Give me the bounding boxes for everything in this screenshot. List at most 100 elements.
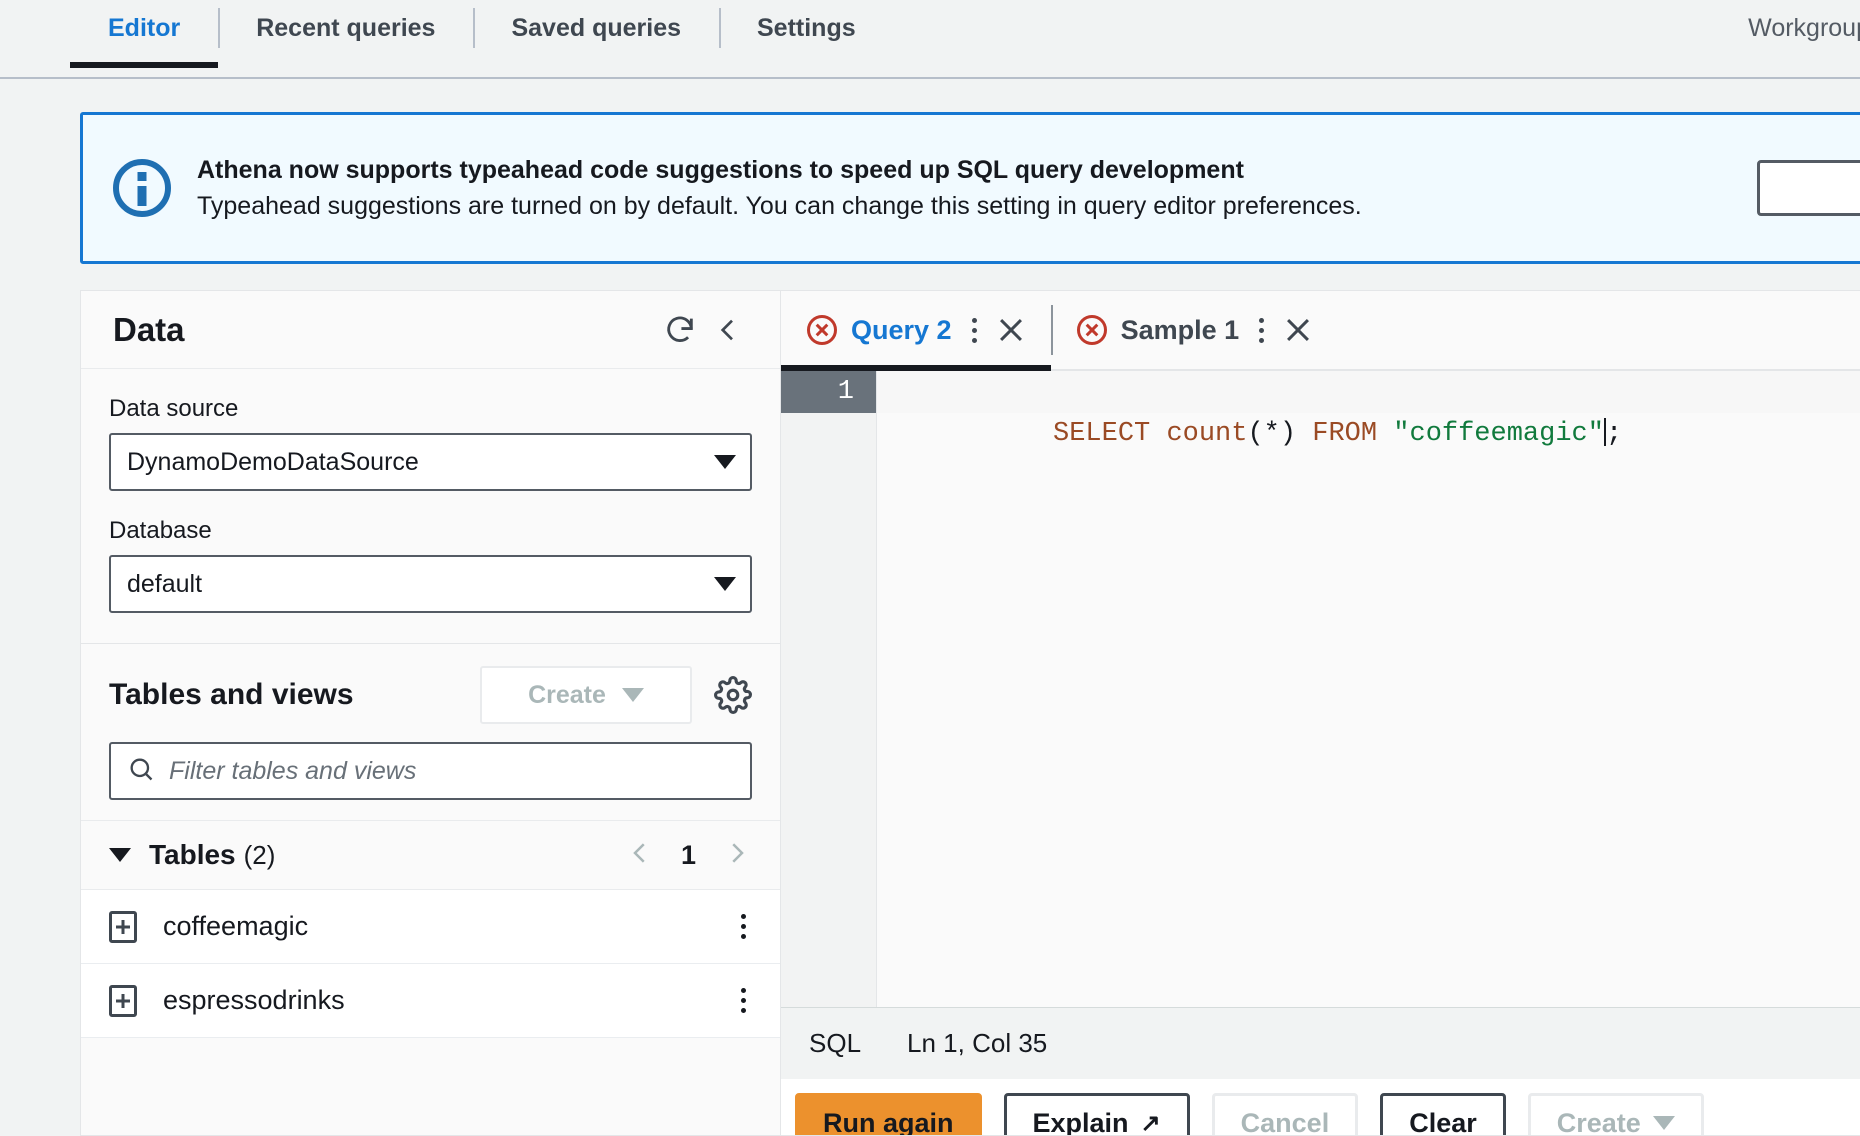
sql-semicolon: ; (1605, 419, 1623, 449)
search-icon (127, 755, 155, 788)
status-language: SQL (809, 1028, 862, 1058)
tables-group-title: Tables (149, 839, 236, 870)
table-row[interactable]: coffeemagic (81, 890, 780, 964)
tab-saved-queries[interactable]: Saved queries (473, 0, 719, 56)
tab-editor-label: Editor (108, 13, 181, 42)
info-banner: Athena now supports typeahead code sugge… (80, 112, 1860, 264)
sql-keyword-select: SELECT (1053, 419, 1151, 449)
line-number: 1 (781, 371, 876, 413)
database-label: Database (109, 517, 212, 544)
sql-function-count: count (1166, 419, 1248, 449)
kebab-menu-icon[interactable] (966, 312, 983, 349)
database-value: default (127, 569, 203, 598)
data-panel-header: Data (81, 291, 780, 369)
data-panel-selectors: Data source DynamoDemoDataSource Databas… (81, 369, 780, 613)
query-tab-sample-1[interactable]: Sample 1 (1050, 291, 1339, 369)
data-panel: Data Data source DynamoDemoDataSource Da… (80, 290, 780, 1136)
data-panel-title: Data (113, 310, 185, 348)
main-content: Data Data source DynamoDemoDataSource Da… (80, 290, 1860, 1136)
run-again-button[interactable]: Run again (795, 1093, 982, 1135)
create-table-label: Create (528, 680, 606, 709)
sql-star-args: (*) (1247, 419, 1297, 449)
tab-settings[interactable]: Settings (719, 0, 894, 56)
sql-table-literal: "coffeemagic" (1393, 419, 1604, 449)
info-banner-dismiss-button[interactable] (1757, 160, 1860, 216)
create-button[interactable]: Create (1527, 1093, 1704, 1136)
caret-down-icon[interactable] (109, 848, 131, 862)
refresh-icon[interactable] (656, 306, 704, 354)
chevron-down-icon (714, 577, 736, 591)
code-line-1[interactable]: SELECT count(*) FROM "coffeemagic"; (877, 371, 1860, 449)
query-tab-label: Sample 1 (1120, 314, 1240, 345)
database-select[interactable]: default (109, 555, 752, 613)
create-label: Create (1556, 1107, 1641, 1136)
tab-saved-queries-label: Saved queries (511, 13, 681, 42)
data-source-select[interactable]: DynamoDemoDataSource (109, 433, 752, 491)
kebab-menu-icon[interactable] (735, 982, 752, 1019)
code-content[interactable]: SELECT count(*) FROM "coffeemagic"; (877, 371, 1860, 1007)
sql-space (1150, 419, 1166, 449)
page-left-gutter (0, 79, 80, 1136)
info-banner-text: Athena now supports typeahead code sugge… (197, 152, 1737, 225)
query-tab-label: Query 2 (851, 314, 952, 345)
tables-group-count: (2) (243, 839, 276, 870)
tables-pagination: 1 (625, 838, 752, 873)
tables-group-header: Tables (2) 1 (81, 820, 780, 890)
editor-action-bar: Run again Explain ↗ Cancel Clear Create (781, 1079, 1860, 1135)
run-again-label: Run again (823, 1107, 954, 1136)
explain-button[interactable]: Explain ↗ (1003, 1093, 1190, 1136)
error-circle-icon (1076, 315, 1107, 345)
data-source-label: Data source (109, 395, 239, 422)
filter-tables-box[interactable] (109, 742, 752, 800)
status-cursor-position: Ln 1, Col 35 (907, 1028, 1048, 1058)
tab-editor[interactable]: Editor (70, 0, 219, 68)
chevron-right-icon[interactable] (722, 838, 752, 873)
query-tab-query-2[interactable]: Query 2 (781, 291, 1051, 371)
tables-and-views-title: Tables and views (109, 678, 354, 711)
query-tab-bar: Query 2 Sample 1 (781, 291, 1860, 371)
chevron-left-icon[interactable] (704, 306, 752, 354)
tab-recent-queries-label: Recent queries (256, 13, 436, 42)
expand-plus-icon[interactable] (109, 910, 137, 943)
error-circle-icon (807, 315, 837, 345)
filter-tables-input[interactable] (169, 756, 734, 786)
close-icon[interactable] (997, 316, 1025, 344)
caret-down-icon (621, 688, 644, 702)
tab-recent-queries[interactable]: Recent queries (218, 0, 473, 56)
info-circle-icon (113, 159, 171, 217)
tables-page-number[interactable]: 1 (681, 840, 696, 871)
sql-keyword-from: FROM (1312, 419, 1378, 449)
explain-label: Explain (1032, 1107, 1129, 1136)
kebab-menu-icon[interactable] (1253, 312, 1270, 349)
create-table-button[interactable]: Create (480, 666, 692, 724)
gear-icon[interactable] (714, 676, 752, 714)
external-link-icon: ↗ (1140, 1109, 1161, 1136)
info-banner-title: Athena now supports typeahead code sugge… (197, 155, 1244, 184)
cancel-button[interactable]: Cancel (1211, 1093, 1359, 1136)
chevron-down-icon (714, 455, 736, 469)
query-editor-pane: Query 2 Sample 1 1 SELECT count(*) FROM … (780, 290, 1860, 1136)
close-icon[interactable] (1284, 316, 1312, 344)
tables-and-views-header: Tables and views Create (81, 644, 780, 724)
line-number-gutter: 1 (781, 371, 877, 1007)
expand-plus-icon[interactable] (109, 984, 137, 1017)
kebab-menu-icon[interactable] (735, 908, 752, 945)
primary-tab-strip: Editor Recent queries Saved queries Sett… (0, 0, 1860, 79)
cancel-label: Cancel (1240, 1107, 1330, 1136)
clear-button[interactable]: Clear (1380, 1093, 1506, 1135)
caret-down-icon (1652, 1116, 1675, 1130)
code-editor[interactable]: 1 SELECT count(*) FROM "coffeemagic"; (781, 371, 1860, 1007)
tab-settings-label: Settings (757, 13, 856, 42)
workgroup-label: Workgroup (1748, 13, 1860, 42)
data-source-value: DynamoDemoDataSource (127, 447, 419, 476)
filter-wrapper (81, 724, 780, 820)
editor-status-bar: SQL Ln 1, Col 35 (781, 1007, 1860, 1079)
sql-space (1377, 419, 1393, 449)
chevron-left-icon[interactable] (625, 838, 655, 873)
table-row[interactable]: espressodrinks (81, 964, 780, 1038)
sql-space (1296, 419, 1312, 449)
clear-label: Clear (1409, 1107, 1477, 1136)
info-banner-subtitle: Typeahead suggestions are turned on by d… (197, 192, 1362, 220)
table-name: espressodrinks (163, 985, 345, 1015)
table-name: coffeemagic (163, 911, 309, 941)
